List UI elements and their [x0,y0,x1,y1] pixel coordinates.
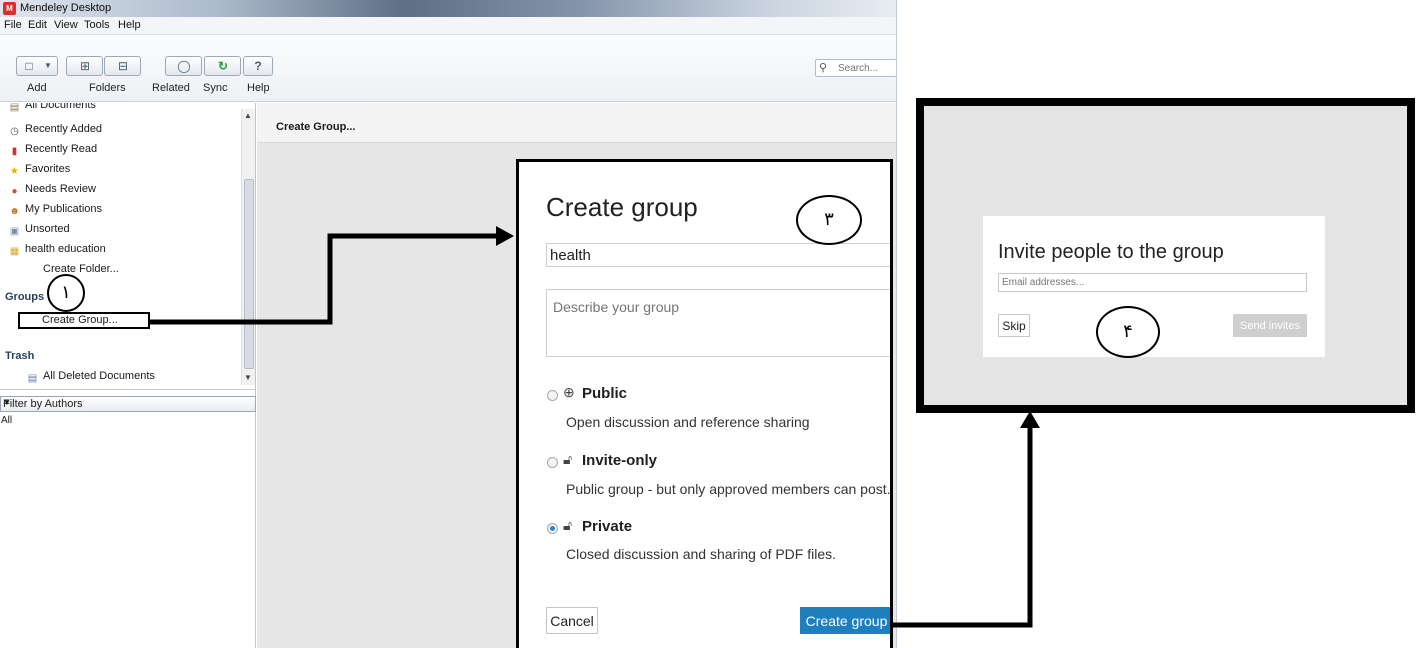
private-option-title: Private [582,518,633,535]
sidebar-item-favorites[interactable]: ★ Favorites [8,163,70,178]
send-invites-button[interactable]: Send invites [1233,314,1307,337]
folders-label: Folders [89,82,126,94]
sidebar-item-health-education[interactable]: ▦ health education [8,243,106,258]
lock-icon: 🔓︎ [563,517,573,533]
arrow-head-up [1020,411,1040,428]
invite-panel: Invite people to the group Skip Send inv… [916,98,1415,413]
content-title: Create Group... [276,121,356,133]
scroll-down-icon[interactable]: ▼ [244,373,252,382]
sidebar-item-all-deleted[interactable]: ▤ All Deleted Documents [26,370,155,385]
filter-all-item[interactable]: All [1,415,12,426]
sidebar-item-recently-read[interactable]: ▮ Recently Read [8,143,97,158]
unsorted-icon: ▣ [9,226,20,237]
sidebar-item-all-documents[interactable]: ▤ All Documents [8,103,96,114]
star-icon: ★ [10,166,19,177]
help-label: Help [247,82,270,94]
help-icon: ? [254,59,262,73]
skip-button[interactable]: Skip [998,314,1030,337]
clock-icon: ◷ [10,126,19,137]
filter-dropdown[interactable]: Filter by Authors ▼ [0,396,256,412]
related-icon: ◯ [177,59,191,73]
collections-panel: ▤ All Documents ◷ Recently Added ▮ Recently… [0,103,256,390]
scrollbar-thumb[interactable] [244,179,254,369]
lock-icon: 🔓︎ [563,451,573,467]
email-addresses-input[interactable] [998,273,1307,292]
private-radio[interactable] [547,523,558,534]
toolbar: □ ▼ ⊞ ⊟ ◯ ↻ ? Add Folders Related Sync H… [0,35,896,102]
sidebar-item-recently-added[interactable]: ◷ Recently Added [8,123,102,138]
search-box[interactable]: ⚲ [815,59,896,77]
dialog-title: Create group [546,192,698,222]
sidebar-item-unsorted[interactable]: ▣ Unsorted [8,223,70,238]
menu-tools[interactable]: Tools [84,19,110,31]
add-folder-icon: ⊞ [79,59,91,73]
sync-icon: ↻ [217,59,229,73]
add-button[interactable]: □ ▼ [16,56,58,76]
book-icon: ▮ [11,146,18,157]
invite-title: Invite people to the group [998,241,1224,263]
person-icon: ☻ [9,206,20,217]
sidebar-item-needs-review[interactable]: ● Needs Review [8,183,95,198]
documents-icon: ▤ [9,103,20,113]
globe-icon: ⊕ [563,384,575,400]
invite-only-option-title: Invite-only [582,452,658,469]
related-label: Related [152,82,190,94]
dropdown-arrow-icon[interactable]: ▼ [42,59,54,73]
sync-label: Sync [203,82,228,94]
title-bar: M Mendeley Desktop [0,0,896,17]
menu-bar: File Edit View Tools Help [0,17,896,35]
cancel-button[interactable]: Cancel [546,607,598,634]
window-title: Mendeley Desktop [20,2,112,14]
groups-heading: Groups [5,291,45,303]
menu-file[interactable]: File [4,19,22,31]
create-group-button[interactable]: Create group [800,607,890,634]
add-label: Add [27,82,47,94]
review-icon: ● [11,186,18,197]
step-4-marker: ۴ [1096,306,1160,358]
search-icon: ⚲ [819,62,828,74]
step-3-marker: ٣ [796,195,862,245]
menu-help[interactable]: Help [118,19,141,31]
sidebar: ▤ All Documents ◷ Recently Added ▮ Recently… [0,103,256,648]
invite-only-radio[interactable] [547,457,558,468]
chevron-down-icon: ▼ [3,398,11,407]
invite-only-option-description: Public group - but only approved members… [566,481,891,497]
mendeley-logo-icon: M [3,2,16,15]
step-1-marker: ١ [47,274,85,312]
private-option-description: Closed discussion and sharing of PDF fil… [566,546,837,562]
related-button[interactable]: ◯ [165,56,202,76]
trash-heading: Trash [5,350,35,362]
public-option-description: Open discussion and reference sharing [566,414,810,430]
sync-button[interactable]: ↻ [204,56,241,76]
folder-icon: ▦ [9,246,20,257]
public-option-title: Public [582,385,628,402]
add-document-icon: □ [25,59,33,73]
sidebar-item-create-folder[interactable]: Create Folder... [43,263,119,275]
remove-folder-button[interactable]: ⊟ [104,56,141,76]
help-button[interactable]: ? [243,56,273,76]
group-name-input[interactable] [546,243,890,267]
content-header: Create Group... [257,103,896,143]
scroll-up-icon[interactable]: ▲ [244,111,252,120]
public-radio[interactable] [547,390,558,401]
remove-folder-icon: ⊟ [117,59,129,73]
trash-icon: ▤ [27,373,38,384]
group-description-input[interactable] [546,289,890,357]
sidebar-scrollbar[interactable]: ▲ ▼ [241,109,255,385]
add-folder-button[interactable]: ⊞ [66,56,103,76]
search-input[interactable] [838,62,896,75]
menu-edit[interactable]: Edit [28,19,47,31]
create-group-item[interactable]: Create Group... [18,312,150,329]
arrow-dialog-to-invite [893,428,1033,628]
menu-view[interactable]: View [54,19,78,31]
sidebar-item-my-publications[interactable]: ☻ My Publications [8,203,102,218]
